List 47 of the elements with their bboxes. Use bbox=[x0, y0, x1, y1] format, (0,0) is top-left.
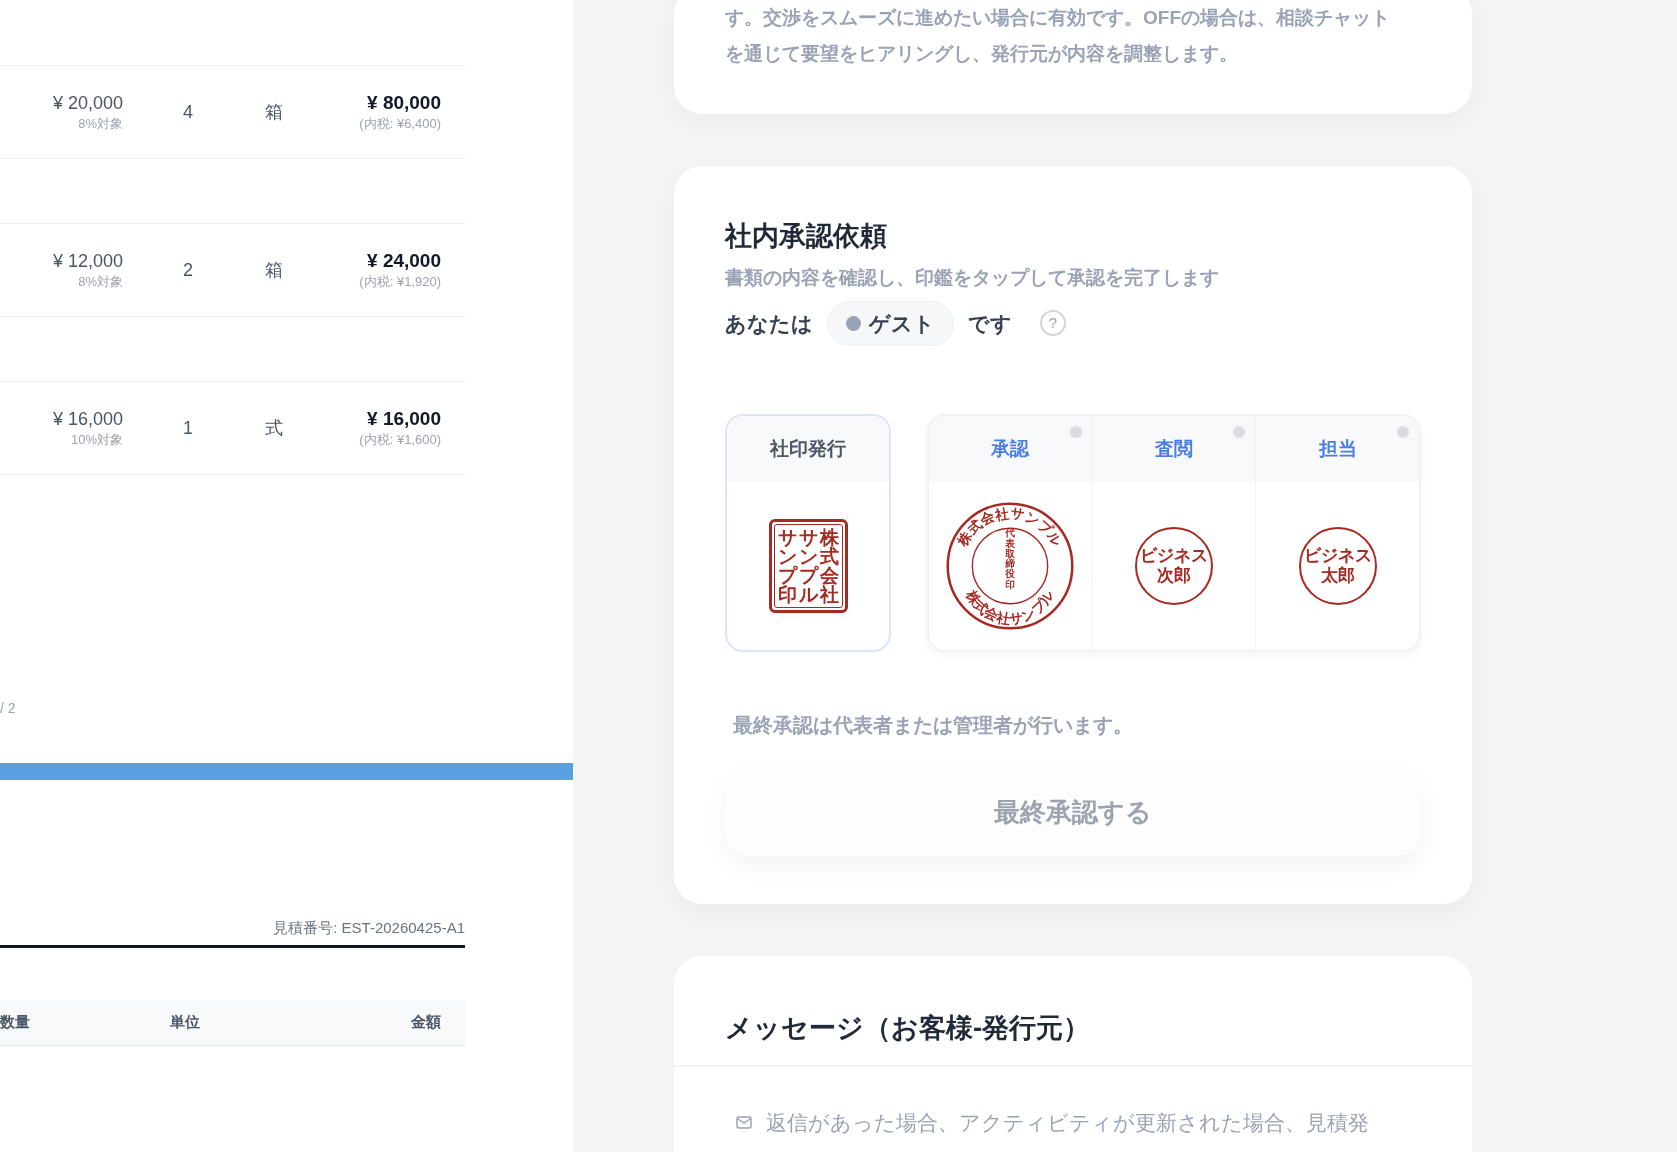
estimate-number: 見積番号: EST-20260425-A1 bbox=[273, 917, 465, 938]
seal-text: 太郎 bbox=[1320, 566, 1355, 587]
amount-cell: ¥ 16,000 bbox=[367, 407, 441, 431]
column-header: 数量 bbox=[0, 1012, 31, 1033]
tax-rate: 10%対象 bbox=[70, 431, 123, 449]
card-title: メッセージ（お客様-発行元） bbox=[674, 956, 1472, 1067]
seal-text: 株式会社 bbox=[819, 528, 839, 604]
unit-cell-text: 箱 bbox=[265, 258, 283, 282]
mail-icon bbox=[736, 1115, 752, 1129]
column-header: 単位 bbox=[169, 1012, 201, 1033]
unit-cell-text: 式 bbox=[265, 416, 283, 440]
notification-text: 返信があった場合、アクティビティが更新された場合、見積発 bbox=[766, 1109, 1369, 1136]
page-indicator: / 2 bbox=[0, 699, 16, 718]
seal-label: 社印発行 bbox=[770, 436, 846, 461]
approver-label: 査閲 bbox=[1155, 436, 1193, 461]
tax-included: (内税: ¥1,920) bbox=[359, 273, 441, 291]
seal-text: サンプ印 bbox=[777, 528, 797, 604]
approver-label: 承認 bbox=[991, 436, 1030, 461]
stamp-slot[interactable]: ビジネス 次郎 bbox=[1092, 482, 1256, 650]
tax-included: (内税: ¥1,600) bbox=[359, 431, 441, 449]
tax-rate: 8%対象 bbox=[78, 273, 123, 291]
seal-text: ビジネス bbox=[1303, 545, 1372, 566]
unit-cell-text: 箱 bbox=[265, 100, 283, 124]
approver-label: 担当 bbox=[1318, 436, 1357, 461]
quantity-cell-text: 1 bbox=[183, 416, 193, 440]
seal-text: 次郎 bbox=[1157, 566, 1191, 587]
tax-included: (内税: ¥6,400) bbox=[359, 115, 441, 133]
card-title: 社内承認依頼 bbox=[725, 220, 888, 253]
unit-price: ¥ 12,000 bbox=[52, 250, 123, 273]
approval-note: 最終承認は代表者または管理者が行います。 bbox=[733, 713, 1134, 738]
stamp-slot[interactable]: ビジネス 太郎 bbox=[1256, 482, 1419, 650]
amount-cell: ¥ 24,000 bbox=[367, 249, 441, 273]
unit-price: ¥ 20,000 bbox=[52, 92, 123, 115]
card-subtitle: 書類の内容を確認し、印鑑をタップして承認を完了します bbox=[725, 266, 1220, 290]
unit-price: ¥ 16,000 bbox=[52, 408, 123, 431]
description-text: す。交渉をスムーズに進めたい場合に有効です。OFFの場合は、相談チャットを通じて要望をヒアリングし、発行元が内容を調整します。 bbox=[725, 6, 1391, 66]
company-seal-card[interactable]: 社印発行 サンプ印 サンプル 株式会社 bbox=[725, 414, 891, 652]
seal-text: ビジネス bbox=[1140, 545, 1208, 566]
role-suffix: です bbox=[968, 310, 1012, 337]
seal-text: サンプル bbox=[798, 528, 818, 604]
quantity-cell-text: 4 bbox=[183, 100, 193, 124]
amount-cell: ¥ 80,000 bbox=[367, 91, 441, 115]
column-header: 金額 bbox=[411, 1012, 442, 1033]
tax-rate: 8%対象 bbox=[78, 115, 123, 133]
role-prefix: あなたは bbox=[725, 310, 813, 338]
quantity-cell-text: 2 bbox=[183, 258, 193, 282]
role-name: ゲスト bbox=[869, 310, 935, 337]
